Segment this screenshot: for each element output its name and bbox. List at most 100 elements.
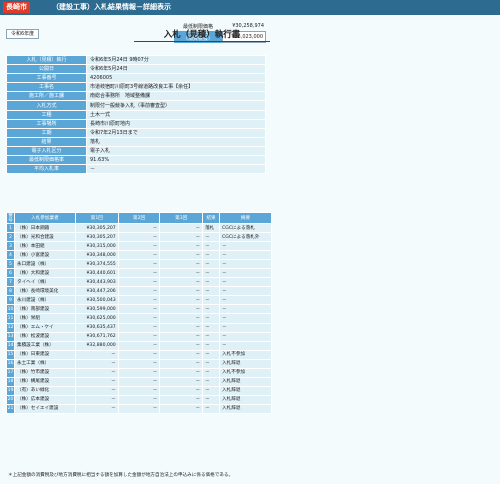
bid-result: － — [202, 331, 221, 342]
table-row: 7 タイヘイ（株） ¥30,443,903 －－－－ — [6, 277, 272, 288]
info-key: 工事名 — [6, 82, 87, 93]
info-row: 入札方式 制限付一般競争入札（事前審査型） — [6, 100, 266, 111]
bid-round2: － — [117, 376, 161, 387]
info-value: 令和6年5月24日 — [86, 64, 266, 75]
bid-note: － — [219, 331, 272, 342]
table-row: 14 集積設工業（株） ¥32,880,000 －－－－ — [6, 340, 272, 351]
bid-result: － — [202, 277, 221, 288]
bid-round1: － — [74, 403, 119, 414]
bidder-name: （株）光和合建設 — [13, 232, 76, 243]
bidder-name: （株）小富建設 — [13, 250, 76, 261]
bid-round1: － — [74, 394, 119, 405]
bid-round2: － — [117, 340, 161, 351]
bid-round1: － — [74, 376, 119, 387]
bidder-name: （株）大和建設 — [13, 268, 76, 279]
bid-round2: － — [117, 268, 161, 279]
info-row: 平均入札率－ — [6, 164, 266, 175]
info-row: 施工所／施工課 南総合事務所 地域整備課 — [6, 91, 266, 102]
bid-result: － — [202, 286, 221, 297]
info-key: 施工所／施工課 — [6, 91, 87, 102]
bidder-name: 永土工業（株） — [13, 358, 76, 369]
bid-result: － — [202, 322, 221, 333]
bid-note: － — [219, 304, 272, 315]
info-value: － — [86, 164, 266, 175]
bid-round3: － — [159, 259, 204, 270]
bid-round1: ¥30,315,000 — [74, 241, 119, 252]
min-price-value: ¥30,258,974 — [232, 23, 264, 29]
bid-round2: － — [117, 295, 161, 306]
bid-round1: ¥30,671,762 — [74, 331, 119, 342]
info-value: 落札 — [86, 136, 266, 147]
bid-number: 16 — [6, 358, 15, 369]
table-row: 11 （株）栄組 ¥30,625,000 －－－－ — [6, 313, 272, 324]
info-row: 工期 令和7年2月13日まで — [6, 127, 266, 138]
footnote: ＊上記金額の消費税及び地方消費税に相当する額を加算した金額が地方自治法上の申込み… — [8, 473, 234, 478]
bid-round1: ¥30,500,043 — [74, 295, 119, 306]
info-key: 最低制限価格率 — [6, 155, 87, 166]
bidder-name: 集積設工業（株） — [13, 340, 76, 351]
info-row: 入札（見積）執行 令和6年5月24日 9時07分 — [6, 54, 266, 66]
info-key: 公開日 — [6, 64, 87, 75]
table-row: 16 永土工業（株）－－－－入札辞退 — [6, 358, 272, 369]
bid-note: － — [219, 295, 272, 306]
info-value: 令和6年5月24日 9時07分 — [86, 54, 266, 66]
bid-number: 13 — [6, 331, 15, 342]
bid-note: － — [219, 322, 272, 333]
bid-round3: － — [159, 277, 204, 288]
fiscal-year-button[interactable]: 令和6年度 — [6, 29, 40, 39]
bid-note: － — [219, 340, 272, 351]
bidder-name: （株）広本建設 — [13, 394, 76, 405]
bid-number: 11 — [6, 313, 15, 324]
info-row: 工事場所 長崎市川原町地内 — [6, 118, 266, 129]
bid-round1: ¥32,880,000 — [74, 340, 119, 351]
city-badge: 長崎市 — [3, 2, 30, 13]
bid-result: － — [202, 259, 221, 270]
info-key: 電子入札区分 — [6, 145, 87, 157]
col-bidder: 入札参加業者 — [13, 212, 76, 224]
info-row: 工事番号 4206005 — [6, 73, 266, 84]
bid-round3: － — [159, 268, 204, 279]
bid-result: 落札 — [202, 222, 221, 234]
bid-number: 19 — [6, 385, 15, 396]
bid-result: － — [202, 358, 221, 369]
info-value: 土木一式 — [86, 109, 266, 120]
info-value: 市道岐宿町川原町3号線道路改良工事【余任】 — [86, 82, 266, 93]
bid-round3: － — [159, 250, 204, 261]
col-round2: 第2回 — [117, 212, 161, 224]
info-value: 電子入札 — [86, 145, 266, 157]
table-row: 9 永川建設（株） ¥30,500,043 －－－－ — [6, 295, 272, 306]
bid-round2: － — [117, 403, 161, 414]
bid-round1: ¥30,599,000 — [74, 304, 119, 315]
bid-round1: ¥30,635,437 — [74, 322, 119, 333]
bid-round1: － — [74, 349, 119, 360]
bid-round2: － — [117, 367, 161, 378]
bid-result: － — [202, 313, 221, 324]
bid-round2: － — [117, 349, 161, 360]
bidder-name: （株）松波建設 — [13, 331, 76, 342]
bidder-name: 永川建設（株） — [13, 295, 76, 306]
bid-number: 8 — [6, 286, 15, 297]
bid-round3: － — [159, 403, 204, 414]
bidder-name: （株）南部建設 — [13, 304, 76, 315]
info-row: 公開日 令和6年5月24日 — [6, 64, 266, 75]
bid-number: 3 — [6, 241, 15, 252]
bid-result: － — [202, 295, 221, 306]
bid-result: － — [202, 250, 221, 261]
info-key: 工事番号 — [6, 73, 87, 84]
tender-info-table: 入札（見積）執行 令和6年5月24日 9時07分 公開日 令和6年5月24日 工事番号 4… — [6, 54, 266, 175]
col-number: 番号 — [6, 212, 15, 224]
bidders-header-row: 番号 入札参加業者 第1回 第2回 第3回 結果 摘要 — [6, 212, 272, 224]
table-row: 21 （株）セイエイ建設－－－－入札辞退 — [6, 403, 272, 414]
bid-round3: － — [159, 349, 204, 360]
min-price-row: 最低制限価格 ¥30,258,974 — [174, 22, 266, 30]
bid-round1: － — [74, 367, 119, 378]
bid-number: 9 — [6, 295, 15, 306]
bid-number: 21 — [6, 403, 15, 414]
table-row: 8 （株）長崎環境美化 ¥30,447,206 －－－－ — [6, 286, 272, 297]
bid-round3: － — [159, 241, 204, 252]
info-value: 4206005 — [86, 73, 266, 84]
page-title: （建設工事）入札結果情報－詳細表示 — [52, 3, 171, 11]
info-key: 工期 — [6, 127, 87, 138]
bid-note: － — [219, 313, 272, 324]
bid-result: － — [202, 340, 221, 351]
